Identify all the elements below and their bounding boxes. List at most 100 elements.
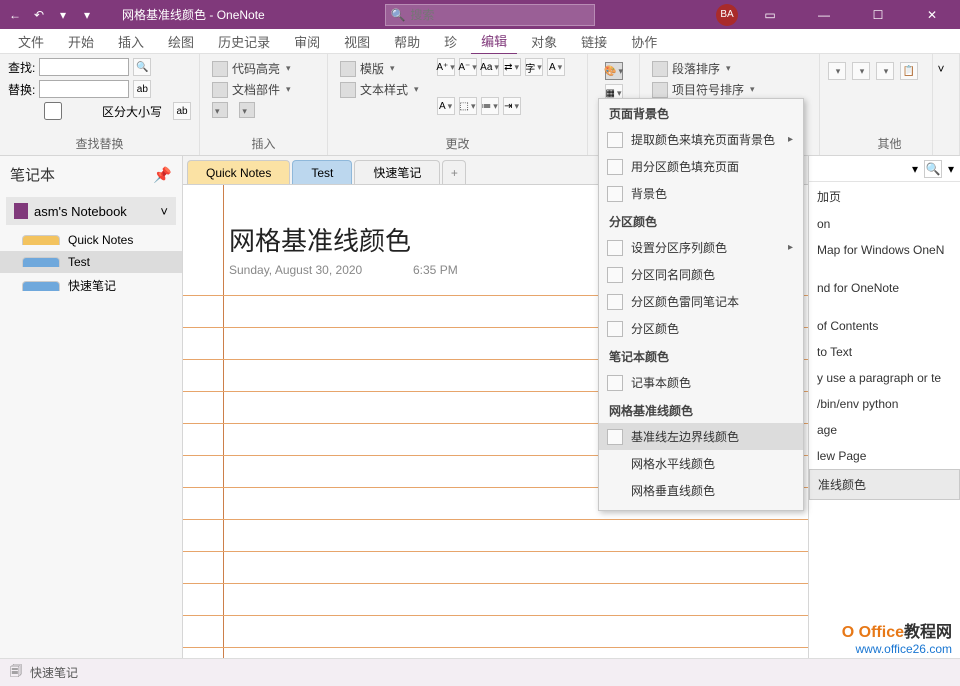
replace-one-icon[interactable]: ab [133,80,151,98]
tab-fast-notes[interactable]: 快速笔记 [354,160,440,184]
font-color-icon[interactable]: A [547,58,565,76]
opt-section-same-name[interactable]: 分区同名同颜色 [599,261,803,288]
section-fast-notes[interactable]: 快速笔记 [0,273,182,298]
replace-input[interactable] [39,80,129,98]
opt-section-like-notebook[interactable]: 分区颜色雷同笔记本 [599,288,803,315]
opt-section-fill[interactable]: 用分区颜色填充页面 [599,153,803,180]
color-dropdown-menu: 页面背景色 提取颜色来填充页面背景色▸ 用分区颜色填充页面 背景色 分区颜色 设… [598,98,804,511]
insert-misc1-icon[interactable] [212,102,228,118]
page-list-item[interactable]: 准线颜色 [809,469,960,500]
font-dec-icon[interactable]: A⁻ [459,58,477,76]
page-list-item[interactable]: /bin/env python [809,391,960,417]
page-list-item[interactable]: age [809,417,960,443]
status-icon[interactable]: 🗐 [10,662,22,683]
doc-parts-button[interactable]: 文档部件 [208,79,319,100]
other3-icon[interactable] [876,62,894,80]
char-width-icon[interactable]: ⇄ [503,58,521,76]
bullet-sort-button[interactable]: 项目符号排序 [648,79,811,100]
tab-add[interactable]: + [442,160,466,184]
find-go-icon[interactable]: 🔍 [133,58,151,76]
page-date: Sunday, August 30, 2020 [229,263,362,277]
section-test[interactable]: Test [0,251,182,273]
menu-draw[interactable]: 绘图 [158,29,204,54]
menu-home[interactable]: 开始 [58,29,104,54]
menu-history[interactable]: 历史记录 [208,29,280,54]
search-box[interactable]: 🔍 [385,4,595,26]
close-icon[interactable]: ✕ [910,0,954,29]
dropdown-section-header: 分区颜色 [599,207,803,234]
page-color-button[interactable]: 🎨 [605,62,623,80]
page-list-item[interactable]: to Text [809,339,960,365]
other1-icon[interactable] [828,62,846,80]
find-input[interactable] [39,58,129,76]
page-list-item[interactable]: on [809,211,960,237]
page-title[interactable]: 网格基准线颜色 [229,221,411,258]
format-icon[interactable]: ⬚ [459,97,477,115]
page-list-item[interactable]: of Contents [809,313,960,339]
match-case-label: 区分大小写 [102,103,162,120]
text-style-button[interactable]: 文本样式 [336,79,423,100]
opt-grid-left-border[interactable]: 基准线左边界线颜色 [599,423,803,450]
back-icon[interactable]: ← [6,6,24,24]
user-avatar[interactable]: BA [716,4,738,26]
opt-grid-vertical[interactable]: 网格垂直线颜色 [599,477,803,504]
menu-review[interactable]: 审阅 [284,29,330,54]
panel-dropdown-icon[interactable]: ▾ [912,162,918,176]
page-list-item[interactable] [809,301,960,313]
redo-dropdown-icon[interactable]: ▾ [54,6,72,24]
section-quick-notes[interactable]: Quick Notes [0,229,182,251]
paste-icon[interactable]: 📋 [900,62,918,80]
indent-icon[interactable]: ⇥ [503,97,521,115]
page-list-item[interactable]: 加页 [809,182,960,211]
tab-quick-notes[interactable]: Quick Notes [187,160,290,184]
search-input[interactable] [410,8,565,22]
insert-misc2-icon[interactable] [239,102,255,118]
opt-grid-horizontal[interactable]: 网格水平线颜色 [599,450,803,477]
page-list-item[interactable] [809,263,960,275]
menu-object[interactable]: 对象 [521,29,567,54]
tab-test[interactable]: Test [292,160,352,184]
page-list-item[interactable]: nd for OneNote [809,275,960,301]
panel-search-drop-icon[interactable]: ▾ [948,162,954,176]
opt-section-color[interactable]: 分区颜色 [599,315,803,342]
menu-zhen[interactable]: 珍 [434,29,467,54]
notebook-icon [14,203,28,219]
opt-section-seq-color[interactable]: 设置分区序列颜色▸ [599,234,803,261]
other2-icon[interactable] [852,62,870,80]
page-list-item[interactable]: y use a paragraph or te [809,365,960,391]
opt-notebook-color[interactable]: 记事本颜色 [599,369,803,396]
para-sort-button[interactable]: 段落排序 [648,58,811,79]
maximize-icon[interactable]: ☐ [856,0,900,29]
menu-insert[interactable]: 插入 [108,29,154,54]
page-list-item[interactable]: lew Page [809,443,960,469]
opt-background-color[interactable]: 背景色 [599,180,803,207]
code-highlight-button[interactable]: 代码高亮 [208,58,319,79]
dropdown-section-header: 网格基准线颜色 [599,396,803,423]
match-case-checkbox[interactable] [8,102,98,120]
minimize-icon[interactable]: — [802,0,846,29]
menu-file[interactable]: 文件 [8,29,54,54]
qat-customize-icon[interactable]: ▾ [78,6,96,24]
font-case-icon[interactable]: Aa [481,58,499,76]
panel-search-icon[interactable]: 🔍 [924,160,942,178]
opt-extract-color[interactable]: 提取颜色来填充页面背景色▸ [599,126,803,153]
notebook-item[interactable]: asm's Notebook ˅ [6,197,176,225]
collapse-ribbon-icon[interactable]: ˅ [938,62,956,80]
pin-icon[interactable]: 📌 [153,166,172,184]
menu-collab[interactable]: 协作 [621,29,667,54]
replace-all-icon[interactable]: ab [173,102,191,120]
menu-view[interactable]: 视图 [334,29,380,54]
parts-icon [212,82,228,98]
menu-link[interactable]: 链接 [571,29,617,54]
menu-edit[interactable]: 编辑 [471,28,517,55]
lang-icon[interactable]: 字 [525,58,543,76]
menu-help[interactable]: 帮助 [384,29,430,54]
page-list-item[interactable]: Map for Windows OneN [809,237,960,263]
ribbon-display-icon[interactable]: ▭ [748,0,792,29]
font-inc-icon[interactable]: A⁺ [437,58,455,76]
bullet-icon [652,82,668,98]
list-icon[interactable]: ≔ [481,97,499,115]
template-button[interactable]: 模版 [336,58,423,79]
undo-icon[interactable]: ↶ [30,6,48,24]
highlight-icon[interactable]: A [437,97,455,115]
